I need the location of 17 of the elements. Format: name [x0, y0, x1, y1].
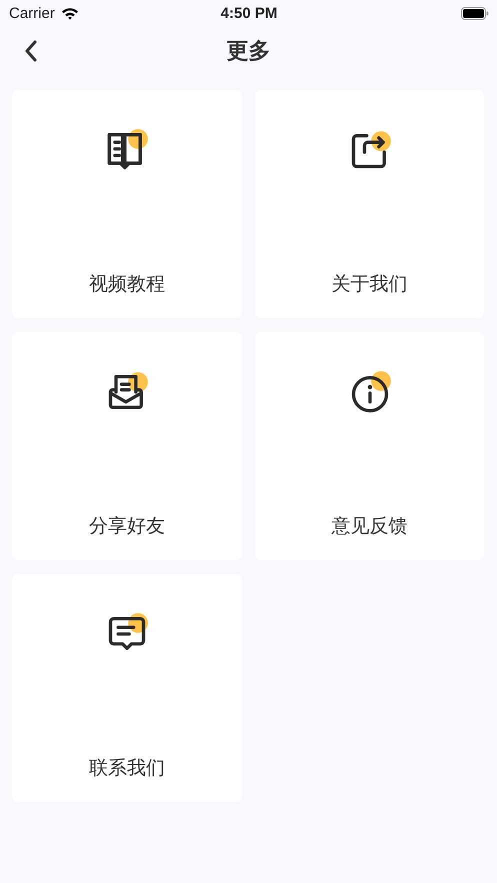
- menu-card[interactable]: 联系我们: [12, 574, 242, 802]
- card-label: 联系我们: [89, 756, 165, 781]
- book-icon: [105, 128, 149, 172]
- carrier-text: Carrier: [9, 4, 55, 22]
- menu-card[interactable]: 关于我们: [255, 90, 484, 318]
- card-label: 关于我们: [332, 272, 408, 297]
- clock-text: 4:50 PM: [220, 4, 278, 22]
- menu-card[interactable]: 分享好友: [12, 332, 242, 560]
- back-icon[interactable]: [24, 40, 38, 62]
- card-label: 意见反馈: [332, 514, 408, 539]
- menu-card[interactable]: 视频教程: [12, 90, 242, 318]
- battery-icon: [460, 6, 489, 20]
- card-label: 分享好友: [89, 514, 165, 539]
- wifi-icon: [60, 6, 79, 20]
- page-title: 更多: [226, 38, 270, 66]
- card-label: 视频教程: [89, 272, 165, 297]
- menu-card[interactable]: 意见反馈: [255, 332, 484, 560]
